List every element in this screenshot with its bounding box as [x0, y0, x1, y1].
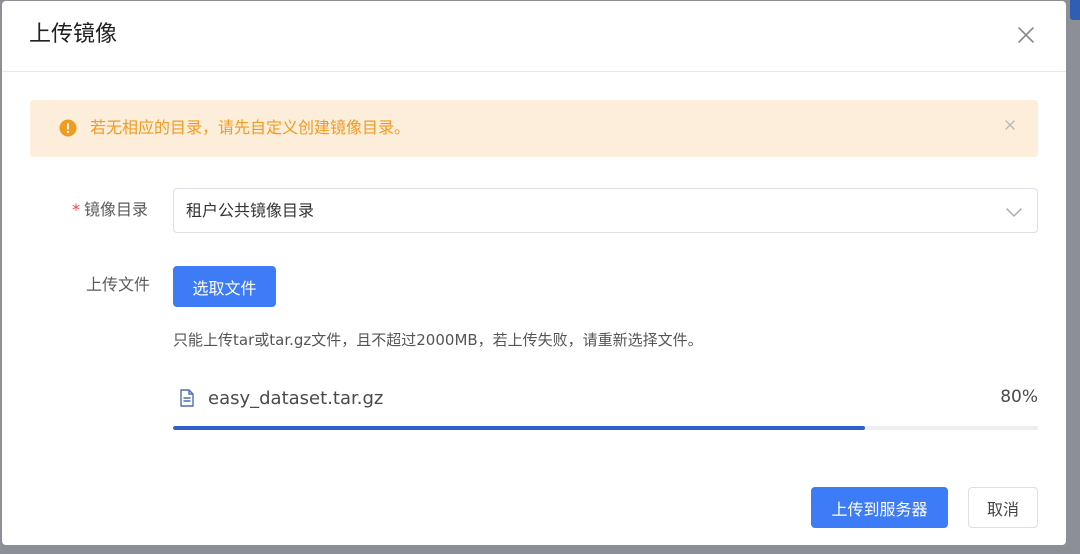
upload-to-server-button[interactable]: 上传到服务器	[811, 487, 948, 528]
upload-progress-bar	[173, 426, 1038, 430]
upload-image-dialog: 上传镜像 若无相应的目录，请先自定义创建镜像目录。 * 镜像目录 租户公共镜像目录…	[2, 1, 1066, 545]
dialog-header: 上传镜像	[2, 1, 1066, 72]
close-icon	[1018, 27, 1034, 43]
file-name: easy_dataset.tar.gz	[208, 388, 384, 409]
chevron-down-icon	[1006, 208, 1022, 217]
dialog-close-button[interactable]	[1014, 23, 1038, 47]
choose-file-button[interactable]: 选取文件	[173, 266, 276, 307]
upload-progress-fill	[173, 426, 865, 430]
document-icon	[180, 389, 194, 407]
directory-label-text: 镜像目录	[84, 200, 149, 219]
upload-file-label: 上传文件	[86, 275, 151, 294]
cancel-button[interactable]: 取消	[968, 487, 1038, 528]
required-mark: *	[72, 200, 80, 219]
alert-close-button[interactable]	[1002, 117, 1018, 133]
upload-hint: 只能上传tar或tar.gz文件，且不超过2000MB，若上传失败，请重新选择文…	[173, 331, 703, 349]
dialog-title: 上传镜像	[29, 22, 118, 47]
warning-alert: 若无相应的目录，请先自定义创建镜像目录。	[30, 100, 1038, 157]
directory-select[interactable]: 租户公共镜像目录	[173, 188, 1038, 233]
close-icon	[1005, 120, 1015, 130]
alert-message: 若无相应的目录，请先自定义创建镜像目录。	[90, 118, 411, 137]
warning-circle-icon	[59, 119, 77, 137]
directory-label: * 镜像目录	[72, 199, 148, 221]
directory-select-value: 租户公共镜像目录	[186, 201, 315, 220]
background-element	[1070, 0, 1080, 20]
upload-percent: 80%	[1000, 387, 1038, 407]
